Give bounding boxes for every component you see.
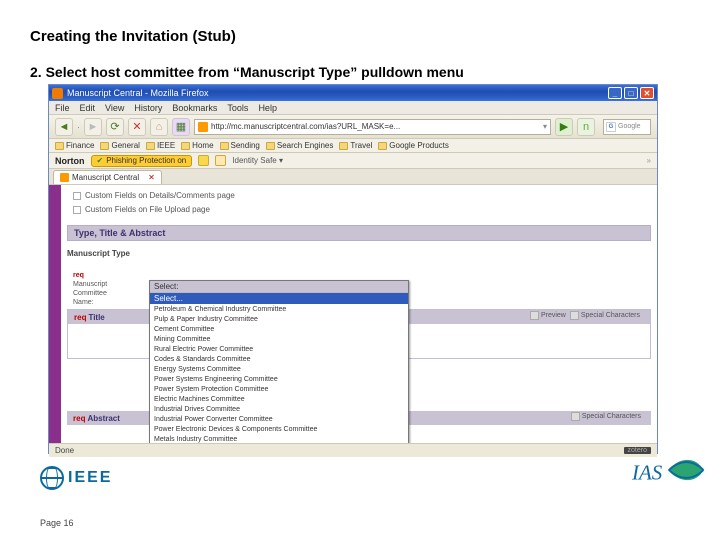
bookmark-home[interactable]: Home [181, 141, 213, 150]
menu-file[interactable]: File [55, 103, 70, 113]
menu-bar: File Edit View History Bookmarks Tools H… [49, 101, 657, 115]
firefox-icon [52, 88, 63, 99]
dropdown-option[interactable]: Power Electronic Devices & Components Co… [150, 424, 408, 434]
dropdown-header: Select: [150, 281, 408, 293]
checkbox-2[interactable] [73, 206, 81, 214]
section-type-title-abstract: Type, Title & Abstract [67, 225, 651, 241]
tab-manuscript-central[interactable]: Manuscript Central ✕ [53, 170, 162, 184]
card-icon[interactable] [198, 155, 209, 166]
left-accent-stripe [49, 185, 61, 443]
bookmark-sending[interactable]: Sending [220, 141, 260, 150]
dropdown-option[interactable]: Industrial Power Converter Committee [150, 414, 408, 424]
dropdown-option[interactable]: Electric Machines Committee [150, 394, 408, 404]
go-button[interactable]: ▶ [555, 118, 573, 136]
tab-favicon-icon [60, 173, 69, 182]
manuscript-type-dropdown[interactable]: Select: Select... Petroleum & Chemical I… [149, 280, 409, 443]
titlebar: Manuscript Central - Mozilla Firefox _ □… [49, 85, 657, 101]
identity-safe[interactable]: Identity Safe ▾ [232, 156, 283, 165]
back-button[interactable]: ◄ [55, 118, 73, 136]
browser-window: Manuscript Central - Mozilla Firefox _ □… [48, 84, 658, 454]
phishing-pill[interactable]: ✔ Phishing Protection on [91, 155, 193, 167]
menu-history[interactable]: History [134, 103, 162, 113]
ieee-text: IEEE [68, 469, 112, 487]
home-button[interactable]: ⌂ [150, 118, 168, 136]
page-content: Custom Fields on Details/Comments page C… [49, 185, 657, 443]
norton-brand: Norton [55, 156, 85, 166]
label-committee: req Manuscript Committee Name: [73, 271, 107, 307]
check-icon: ✔ [97, 156, 104, 165]
tab-strip: Manuscript Central ✕ [49, 169, 657, 185]
address-bar[interactable]: http://mc.manuscriptcentral.com/ias?URL_… [194, 119, 551, 135]
ias-logo: IAS [632, 450, 706, 490]
stop-button[interactable]: ✕ [128, 118, 146, 136]
custom-fields-row-1: Custom Fields on Details/Comments page [73, 191, 235, 200]
reload-button[interactable]: ⟳ [106, 118, 124, 136]
omega-icon [571, 412, 580, 421]
url-text: http://mc.manuscriptcentral.com/ias?URL_… [211, 122, 400, 131]
menu-help[interactable]: Help [258, 103, 277, 113]
minimize-button[interactable]: _ [608, 87, 622, 99]
slide-title: Creating the Invitation (Stub) [30, 28, 236, 45]
checkbox-1[interactable] [73, 192, 81, 200]
bookmarks-toolbar: Finance General IEEE Home Sending Search… [49, 139, 657, 153]
close-button[interactable]: ✕ [640, 87, 654, 99]
addon2-button[interactable]: n [577, 118, 595, 136]
maximize-button[interactable]: □ [624, 87, 638, 99]
bookmark-search[interactable]: Search Engines [266, 141, 333, 150]
bookmark-google[interactable]: Google Products [378, 141, 449, 150]
label-manuscript-type: Manuscript Type [67, 249, 130, 258]
special-chars-button-2[interactable]: Special Characters [571, 412, 641, 421]
menu-tools[interactable]: Tools [227, 103, 248, 113]
special-chars-button[interactable]: Special Characters [570, 311, 640, 320]
dropdown-selected[interactable]: Select... [150, 293, 408, 304]
dropdown-option[interactable]: Codes & Standards Committee [150, 354, 408, 364]
tab-close-icon[interactable]: ✕ [148, 173, 155, 182]
menu-view[interactable]: View [105, 103, 124, 113]
page-number: Page 16 [40, 518, 74, 528]
globe-icon [40, 466, 64, 490]
dropdown-option[interactable]: Power System Protection Committee [150, 384, 408, 394]
dropdown-option[interactable]: Power Systems Engineering Committee [150, 374, 408, 384]
custom-fields-row-2: Custom Fields on File Upload page [73, 205, 210, 214]
dropdown-option[interactable]: Rural Electric Power Committee [150, 344, 408, 354]
addon-button[interactable]: ▦ [172, 118, 190, 136]
dropdown-option[interactable]: Mining Committee [150, 334, 408, 344]
dropdown-option[interactable]: Petroleum & Chemical Industry Committee [150, 304, 408, 314]
dropdown-option[interactable]: Pulp & Paper Industry Committee [150, 314, 408, 324]
toolbar-chevron[interactable]: » [647, 156, 651, 165]
window-title: Manuscript Central - Mozilla Firefox [67, 88, 608, 98]
svg-text:IAS: IAS [632, 460, 663, 484]
bookmark-general[interactable]: General [100, 141, 139, 150]
forward-button[interactable]: ► [84, 118, 102, 136]
menu-edit[interactable]: Edit [80, 103, 96, 113]
google-icon: G [606, 122, 616, 132]
slide-footer: IEEE Page 16 [40, 466, 690, 526]
favicon-icon [198, 122, 208, 132]
omega-icon [570, 311, 579, 320]
bookmark-ieee[interactable]: IEEE [146, 141, 175, 150]
dropdown-option[interactable]: Cement Committee [150, 324, 408, 334]
status-text: Done [55, 446, 74, 455]
bookmark-travel[interactable]: Travel [339, 141, 372, 150]
step-instruction: 2. Select host committee from “Manuscrip… [30, 64, 464, 80]
search-placeholder: Google [618, 123, 641, 130]
preview-icon [530, 311, 539, 320]
lock-icon[interactable] [215, 155, 226, 166]
status-bar: Done zotero [49, 443, 657, 457]
nav-toolbar: ◄ · ► ⟳ ✕ ⌂ ▦ http://mc.manuscriptcentra… [49, 115, 657, 139]
norton-toolbar: Norton ✔ Phishing Protection on Identity… [49, 153, 657, 169]
preview-button[interactable]: Preview [530, 311, 566, 320]
bookmark-finance[interactable]: Finance [55, 141, 94, 150]
dropdown-option[interactable]: Metals Industry Committee [150, 434, 408, 443]
dropdown-option[interactable]: Industrial Drives Committee [150, 404, 408, 414]
search-box[interactable]: G Google [603, 119, 651, 135]
ieee-logo: IEEE [40, 466, 112, 490]
menu-bookmarks[interactable]: Bookmarks [172, 103, 217, 113]
dropdown-option[interactable]: Energy Systems Committee [150, 364, 408, 374]
